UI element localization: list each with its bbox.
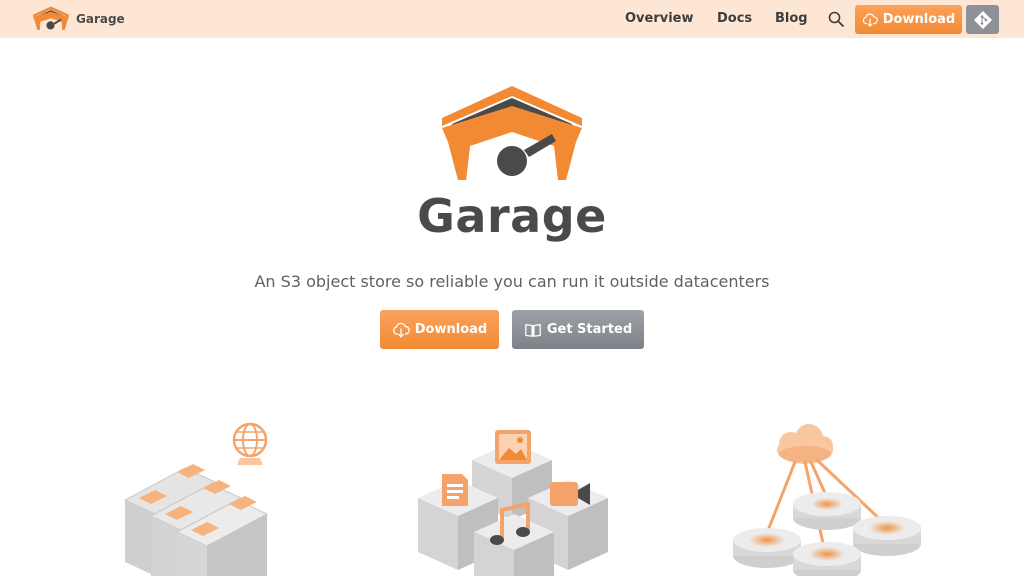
server-rack-illustration [123, 422, 269, 576]
book-open-icon [524, 323, 541, 337]
hero-download-label: Download [414, 322, 488, 337]
hero-tagline: An S3 object store so reliable you can r… [254, 272, 770, 291]
top-navbar: Garage Overview Docs Blog Download [0, 0, 1024, 38]
get-started-label: Get Started [546, 322, 633, 337]
nav-download-button[interactable]: Download [855, 5, 962, 34]
hero-download-button[interactable]: Download [380, 310, 499, 349]
get-started-button[interactable]: Get Started [512, 310, 644, 349]
cloud-storage-illustration [733, 424, 921, 576]
cloud-icon [777, 424, 833, 464]
git-button[interactable] [966, 5, 999, 34]
document-icon [442, 474, 468, 506]
hero-title: Garage [417, 189, 607, 243]
git-icon [973, 10, 992, 29]
cloud-download-icon [862, 13, 878, 27]
globe-icon [232, 422, 268, 465]
brand-name: Garage [76, 12, 125, 26]
object-cubes-illustration [418, 430, 608, 576]
nav-link-overview[interactable]: Overview [625, 11, 694, 26]
nav-link-blog[interactable]: Blog [775, 11, 808, 26]
image-icon [495, 430, 531, 464]
garage-hero-logo-icon [442, 86, 582, 180]
nav-link-docs[interactable]: Docs [717, 11, 752, 26]
nav-download-label: Download [882, 12, 956, 27]
search-icon[interactable] [827, 10, 845, 28]
garage-logo-icon [33, 6, 69, 30]
brand-link[interactable]: Garage [31, 6, 125, 32]
cloud-download-icon [392, 322, 410, 337]
